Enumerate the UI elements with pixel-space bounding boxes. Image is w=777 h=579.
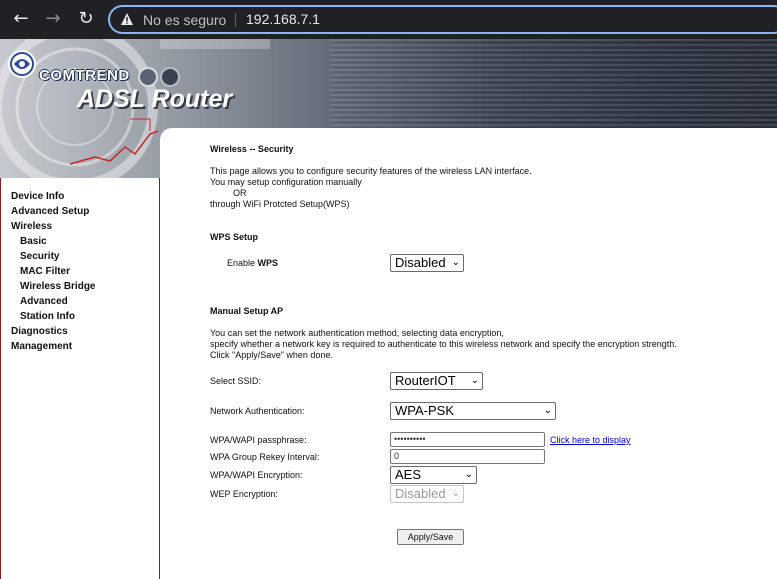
omnibox-divider	[235, 13, 236, 27]
show-passphrase-link[interactable]: Click here to display	[550, 435, 631, 445]
wep-select: Disabled ⌄	[390, 485, 464, 503]
sidebar-item-wireless-bridge[interactable]: Wireless Bridge	[20, 281, 96, 292]
wps-enable-select[interactable]: Disabled ⌄	[390, 254, 464, 272]
passphrase-label: WPA/WAPI passphrase:	[210, 435, 307, 445]
sidebar-menu: Device Info Advanced Setup Wireless Basi…	[0, 178, 160, 579]
auth-value: WPA-PSK	[395, 403, 454, 418]
encryption-value: AES	[395, 467, 422, 482]
ssid-value: RouterIOT	[395, 373, 456, 388]
url-text[interactable]: 192.168.7.1	[246, 11, 320, 27]
chevron-down-icon: ⌄	[464, 469, 473, 480]
wps-enable-prefix: Enable	[227, 258, 258, 268]
ssid-label: Select SSID:	[210, 376, 262, 386]
sidebar-item-advanced-setup[interactable]: Advanced Setup	[11, 206, 89, 217]
apply-save-button[interactable]: Apply/Save	[397, 529, 464, 545]
wps-heading: WPS Setup	[210, 232, 259, 242]
encryption-select[interactable]: AES ⌄	[390, 466, 477, 484]
sidebar-item-station-info[interactable]: Station Info	[20, 311, 75, 322]
wps-enable-bold: WPS	[257, 258, 279, 268]
intro-line-2: You may setup configuration manually	[210, 177, 362, 187]
chevron-down-icon: ⌄	[451, 257, 460, 268]
security-status[interactable]: No es seguro	[143, 12, 226, 28]
passphrase-input[interactable]: ••••••••••	[390, 432, 545, 447]
manual-line-1: You can set the network authentication m…	[210, 328, 504, 338]
forward-arrow-icon[interactable]: →	[40, 6, 66, 32]
intro-line-3: through WiFi Protcted Setup(WPS)	[210, 199, 350, 209]
ssid-select[interactable]: RouterIOT ⌄	[390, 372, 483, 390]
back-arrow-icon[interactable]: ←	[8, 6, 34, 32]
rekey-input[interactable]: 0	[390, 449, 545, 464]
sidebar-item-wireless[interactable]: Wireless	[11, 221, 52, 232]
sidebar-item-device-info[interactable]: Device Info	[11, 191, 64, 202]
product-title: ADSL Router	[77, 85, 233, 113]
sidebar-item-management[interactable]: Management	[11, 341, 72, 352]
warning-icon[interactable]	[120, 12, 134, 26]
intro-or: OR	[233, 188, 247, 198]
encryption-label: WPA/WAPI Encryption:	[210, 470, 303, 480]
address-bar[interactable]: No es seguro 192.168.7.1	[108, 5, 777, 34]
sidebar-item-advanced[interactable]: Advanced	[20, 296, 68, 307]
page-title: Wireless -- Security	[210, 144, 294, 154]
sidebar-item-security[interactable]: Security	[20, 251, 59, 262]
manual-line-2: specify whether a network key is require…	[210, 339, 677, 349]
sidebar-item-diagnostics[interactable]: Diagnostics	[11, 326, 68, 337]
rekey-label: WPA Group Rekey Interval:	[210, 452, 320, 462]
wep-value: Disabled	[395, 486, 446, 501]
auth-select[interactable]: WPA-PSK ⌄	[390, 402, 556, 420]
auth-label: Network Authentication:	[210, 406, 305, 416]
wps-enable-label: Enable WPS	[227, 258, 278, 268]
chevron-down-icon: ⌄	[543, 405, 552, 416]
reload-icon[interactable]: ↻	[73, 6, 99, 32]
browser-toolbar: ← → ↻ No es seguro 192.168.7.1	[0, 0, 777, 39]
sidebar-item-basic[interactable]: Basic	[20, 236, 47, 247]
chevron-down-icon: ⌄	[470, 375, 479, 386]
manual-line-3: Click "Apply/Save" when done.	[210, 350, 333, 360]
wep-label: WEP Encryption:	[210, 489, 278, 499]
brand-name: COMTREND	[39, 67, 130, 84]
intro-line-1: This page allows you to configure securi…	[210, 166, 532, 176]
comtrend-logo-icon	[8, 50, 36, 78]
wps-enable-value: Disabled	[395, 255, 446, 270]
chevron-down-icon: ⌄	[451, 488, 460, 499]
manual-setup-heading: Manual Setup AP	[210, 306, 284, 316]
sidebar-item-mac-filter[interactable]: MAC Filter	[20, 266, 70, 277]
